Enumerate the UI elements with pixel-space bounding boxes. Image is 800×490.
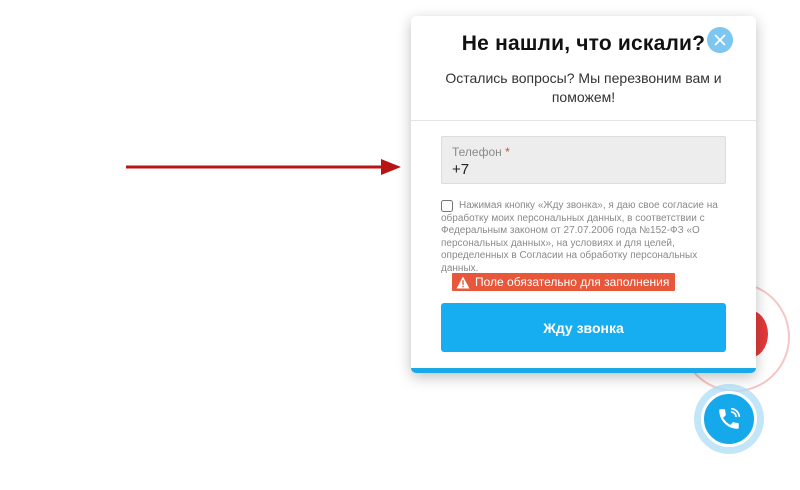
- close-button[interactable]: [707, 27, 733, 53]
- phone-call-icon: [719, 407, 741, 429]
- modal-bottom-bar: [411, 368, 756, 373]
- close-icon: [714, 34, 726, 46]
- modal-subtitle: Остались вопросы? Мы перезвоним вам и по…: [445, 70, 722, 105]
- warning-icon: [456, 276, 470, 288]
- callback-button[interactable]: [701, 391, 757, 447]
- error-badge: Поле обязательно для заполнения: [452, 273, 676, 291]
- divider: [411, 120, 756, 121]
- phone-label: Телефон *: [452, 145, 510, 159]
- phone-field[interactable]: Телефон *: [441, 136, 726, 184]
- error-text: Поле обязательно для заполнения: [475, 275, 670, 289]
- required-mark: *: [505, 145, 510, 159]
- callback-modal: Не нашли, что искали? Остались вопросы? …: [411, 16, 756, 373]
- phone-input[interactable]: [452, 161, 712, 178]
- consent-text: Нажимая кнопку «Жду звонка», я даю свое …: [441, 200, 718, 274]
- submit-button[interactable]: Жду звонка: [441, 303, 726, 352]
- modal-title: Не нашли, что искали?: [461, 32, 706, 55]
- arrow-right-icon: [126, 159, 401, 175]
- phone-label-text: Телефон: [452, 145, 502, 159]
